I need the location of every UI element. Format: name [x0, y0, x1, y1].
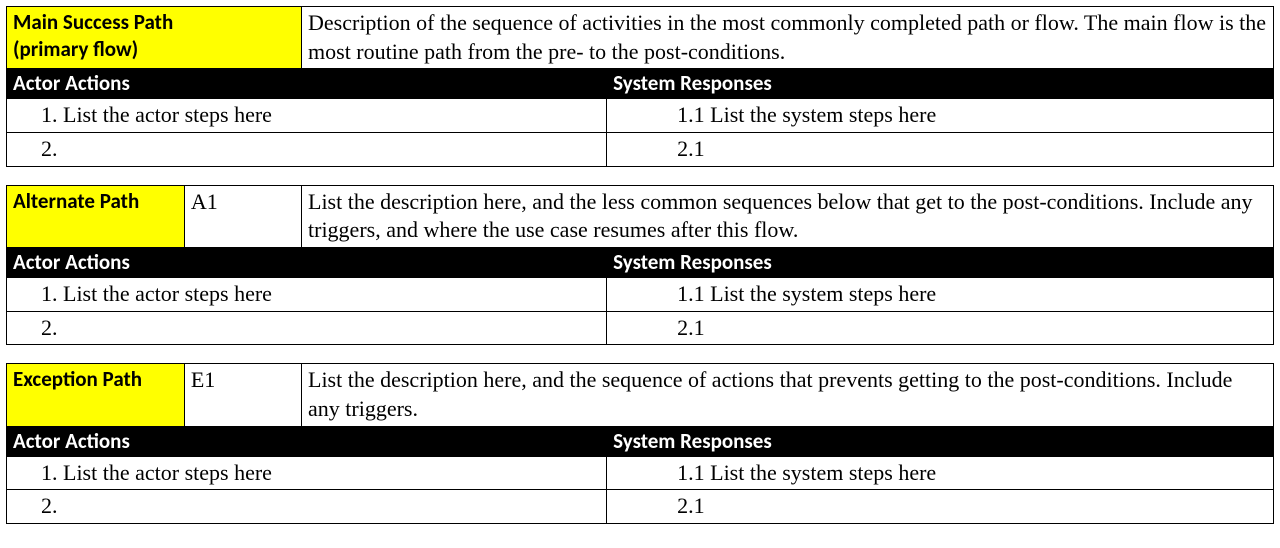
exception-system-header: System Responses: [607, 426, 1274, 456]
main-success-path-table: Main Success Path (primary flow) Descrip…: [6, 6, 1274, 167]
main-actor-header: Actor Actions: [7, 69, 607, 99]
alternate-actor-step-2: 2.: [7, 311, 607, 345]
alternate-column-header-row: Actor Actions System Responses: [7, 247, 1274, 277]
alternate-actor-header: Actor Actions: [7, 247, 607, 277]
exception-header-row: Exception Path E1 List the description h…: [7, 364, 1274, 426]
exception-actor-step-1: 1. List the actor steps here: [7, 456, 607, 490]
exception-column-header-row: Actor Actions System Responses: [7, 426, 1274, 456]
exception-step-row-1: 1. List the actor steps here 1.1 List th…: [7, 456, 1274, 490]
alternate-code-cell: A1: [184, 185, 301, 247]
alternate-description-cell: List the description here, and the less …: [302, 185, 1274, 247]
main-system-step-1: 1.1 List the system steps here: [607, 99, 1274, 133]
exception-step-row-2: 2. 2.1: [7, 490, 1274, 524]
exception-actor-header: Actor Actions: [7, 426, 607, 456]
alternate-title-cell: Alternate Path: [7, 185, 185, 247]
main-actor-step-1: 1. List the actor steps here: [7, 99, 607, 133]
exception-path-table: Exception Path E1 List the description h…: [6, 363, 1274, 524]
alternate-header-row: Alternate Path A1 List the description h…: [7, 185, 1274, 247]
exception-description-cell: List the description here, and the seque…: [302, 364, 1274, 426]
alternate-step-row-2: 2. 2.1: [7, 311, 1274, 345]
main-column-header-row: Actor Actions System Responses: [7, 69, 1274, 99]
exception-title-cell: Exception Path: [7, 364, 185, 426]
alternate-step-row-1: 1. List the actor steps here 1.1 List th…: [7, 278, 1274, 312]
exception-system-step-1: 1.1 List the system steps here: [607, 456, 1274, 490]
main-title-line1: Main Success Path: [13, 9, 173, 35]
main-header-row: Main Success Path (primary flow) Descrip…: [7, 7, 1274, 69]
exception-code-cell: E1: [184, 364, 301, 426]
alternate-path-table: Alternate Path A1 List the description h…: [6, 185, 1274, 346]
main-system-header: System Responses: [607, 69, 1274, 99]
main-description-cell: Description of the sequence of activitie…: [302, 7, 1274, 69]
main-step-row-1: 1. List the actor steps here 1.1 List th…: [7, 99, 1274, 133]
main-step-row-2: 2. 2.1: [7, 133, 1274, 167]
exception-system-step-2: 2.1: [607, 490, 1274, 524]
exception-actor-step-2: 2.: [7, 490, 607, 524]
main-title-cell: Main Success Path (primary flow): [7, 7, 302, 69]
main-title-line2: (primary flow): [13, 36, 138, 62]
alternate-system-step-1: 1.1 List the system steps here: [607, 278, 1274, 312]
alternate-actor-step-1: 1. List the actor steps here: [7, 278, 607, 312]
main-actor-step-2: 2.: [7, 133, 607, 167]
alternate-system-header: System Responses: [607, 247, 1274, 277]
alternate-system-step-2: 2.1: [607, 311, 1274, 345]
main-system-step-2: 2.1: [607, 133, 1274, 167]
